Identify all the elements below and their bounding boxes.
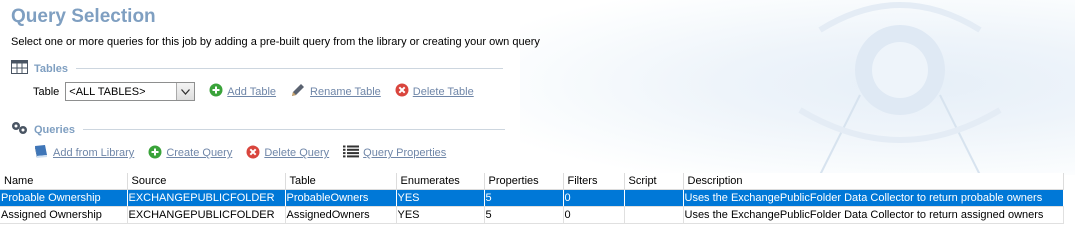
delete-query-button[interactable]: Delete Query: [246, 145, 329, 162]
cell-script: [624, 206, 684, 224]
list-icon: [343, 145, 360, 161]
grid-header-row: Name Source Table Enumerates Properties …: [0, 173, 1064, 190]
add-from-library-label: Add from Library: [53, 147, 135, 159]
column-header-source[interactable]: Source: [127, 173, 286, 190]
background-watermark: [520, 0, 1075, 175]
queries-heading: Queries: [34, 123, 75, 136]
add-from-library-button[interactable]: Add from Library: [33, 144, 134, 162]
column-header-description[interactable]: Description: [683, 173, 1064, 190]
delete-query-label: Delete Query: [264, 147, 330, 159]
column-header-script[interactable]: Script: [624, 173, 684, 190]
create-query-label: Create Query: [166, 147, 233, 159]
column-header-name[interactable]: Name: [0, 173, 128, 190]
create-query-button[interactable]: Create Query: [148, 145, 232, 162]
delete-icon: [246, 145, 260, 162]
column-header-filters[interactable]: Filters: [563, 173, 625, 190]
queries-divider: [82, 129, 505, 130]
column-header-properties[interactable]: Properties: [484, 173, 564, 190]
pencil-icon: [290, 82, 306, 101]
table-row[interactable]: Assigned Ownership EXCHANGEPUBLICFOLDER …: [0, 206, 1064, 224]
rename-table-label: Rename Table: [310, 85, 381, 98]
cell-enumerates: YES: [396, 206, 485, 224]
table-grid-icon: [11, 60, 28, 77]
queries-section-header: Queries: [11, 121, 505, 138]
chevron-down-icon[interactable]: [176, 83, 195, 100]
cell-filters: 0: [563, 206, 625, 224]
cell-table: ProbableOwners: [285, 189, 397, 207]
cell-name: Probable Ownership: [0, 189, 128, 207]
cell-source: EXCHANGEPUBLICFOLDER: [127, 189, 286, 207]
rename-table-button[interactable]: Rename Table: [290, 82, 381, 101]
cell-filters: 0: [563, 189, 625, 207]
cell-description: Uses the ExchangePublicFolder Data Colle…: [683, 189, 1064, 207]
cell-name: Assigned Ownership: [0, 206, 128, 224]
add-icon: [209, 83, 223, 100]
query-toolbar: Add from Library Create Query Delete Que…: [33, 144, 446, 162]
cell-enumerates: YES: [396, 189, 485, 207]
table-toolbar: Table <ALL TABLES> Add Table Rename Tabl…: [33, 82, 474, 101]
table-select-value: <ALL TABLES>: [69, 85, 146, 98]
queries-icon: [11, 121, 28, 138]
cell-table: AssignedOwners: [285, 206, 397, 224]
cell-properties: 5: [484, 206, 564, 224]
cell-script: [624, 189, 684, 207]
tables-section-header: Tables: [11, 60, 504, 77]
delete-table-button[interactable]: Delete Table: [395, 83, 474, 100]
page-subtitle: Select one or more queries for this job …: [11, 36, 540, 48]
cell-source: EXCHANGEPUBLICFOLDER: [127, 206, 286, 224]
table-select[interactable]: <ALL TABLES>: [65, 82, 196, 101]
page-title: Query Selection: [11, 6, 156, 27]
tables-heading: Tables: [34, 62, 69, 75]
cell-description: Uses the ExchangePublicFolder Data Colle…: [683, 206, 1064, 224]
column-header-table[interactable]: Table: [285, 173, 397, 190]
column-header-enumerates[interactable]: Enumerates: [396, 173, 485, 190]
add-table-button[interactable]: Add Table: [209, 83, 276, 100]
book-icon: [33, 144, 49, 162]
add-table-label: Add Table: [227, 85, 277, 98]
query-properties-label: Query Properties: [363, 147, 447, 159]
delete-table-label: Delete Table: [412, 85, 474, 98]
query-properties-button[interactable]: Query Properties: [343, 145, 446, 161]
table-label: Table: [33, 85, 60, 98]
queries-grid: Name Source Table Enumerates Properties …: [0, 173, 1064, 224]
tables-divider: [76, 68, 504, 69]
add-icon: [148, 145, 162, 162]
delete-icon: [395, 83, 409, 100]
table-row[interactable]: Probable Ownership EXCHANGEPUBLICFOLDER …: [0, 189, 1064, 207]
cell-properties: 5: [484, 189, 564, 207]
